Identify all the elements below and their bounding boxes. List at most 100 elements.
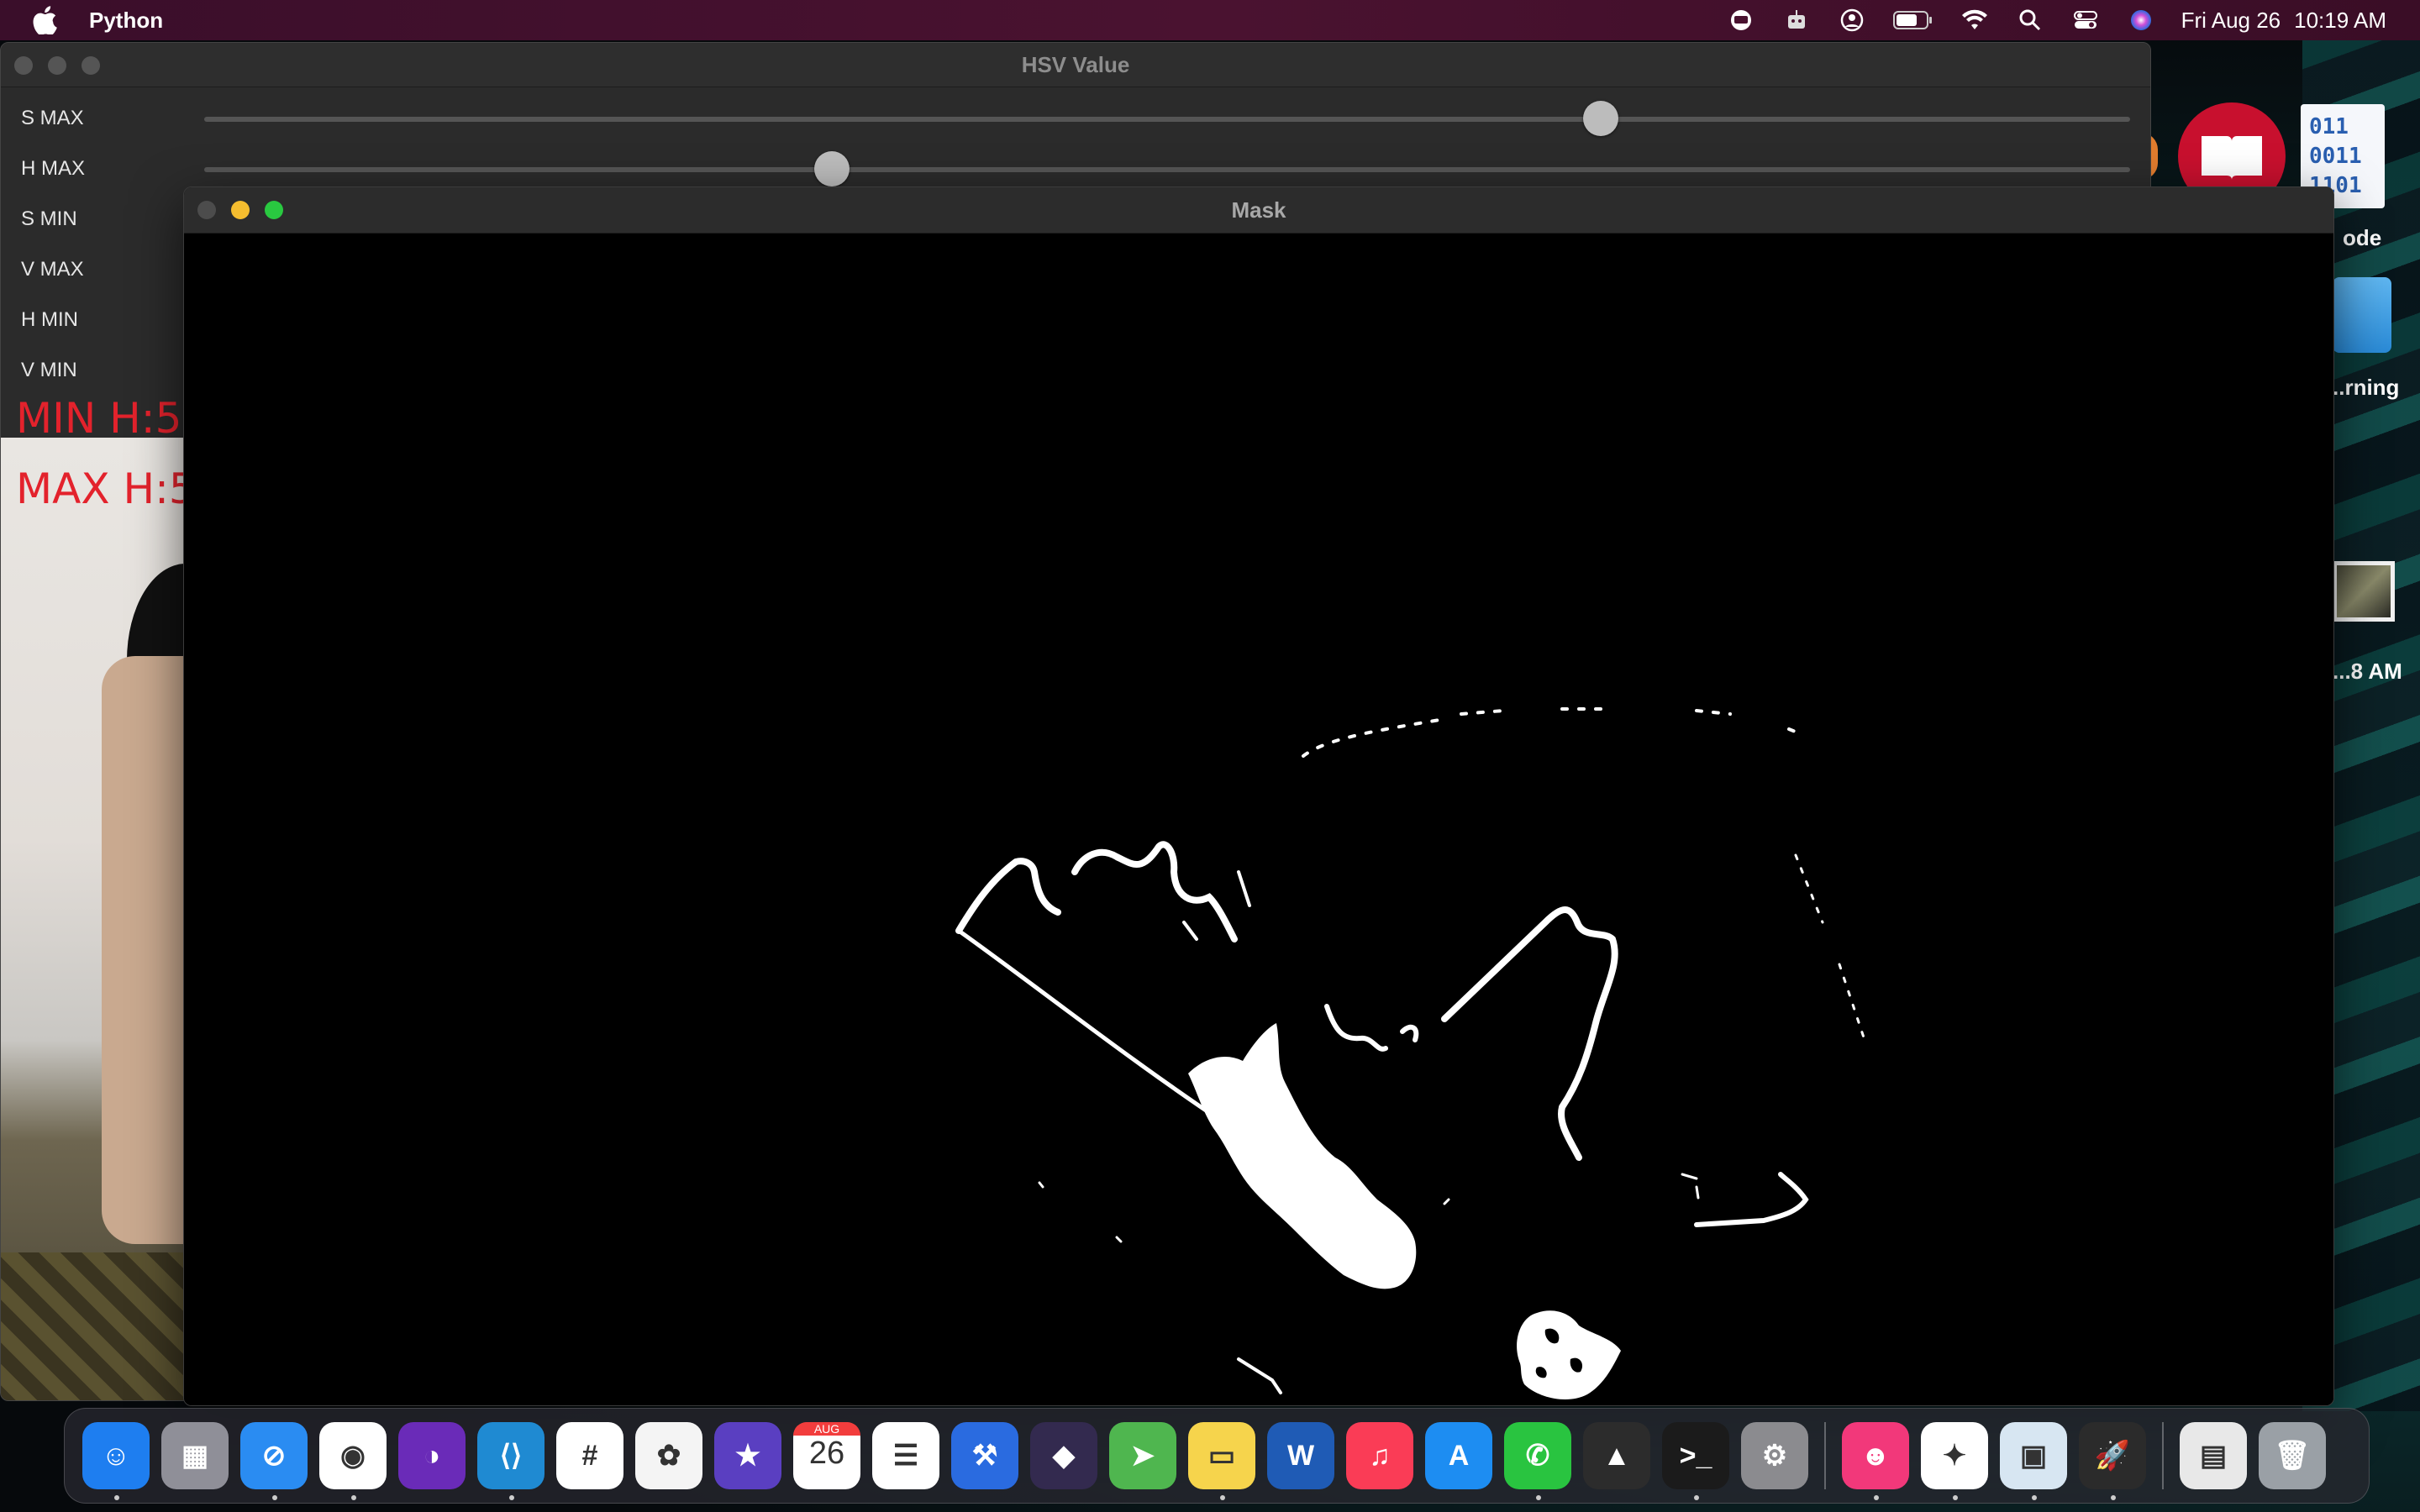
zoom-button[interactable] xyxy=(82,56,100,75)
menu-bar-clock[interactable]: Fri Aug 26 10:19 AM xyxy=(2181,8,2386,34)
running-indicator xyxy=(2032,1495,2037,1500)
slider-thumb[interactable] xyxy=(814,151,850,186)
overlay-max-text: MAX H:5 xyxy=(16,465,196,513)
camera-feed xyxy=(1,438,184,1400)
robot-icon[interactable] xyxy=(1781,8,1812,33)
siri-icon[interactable] xyxy=(2126,8,2156,33)
slider-track[interactable] xyxy=(204,101,2130,136)
dock-separator xyxy=(1824,1422,1826,1489)
dock-vscode-icon[interactable]: ⟨⟩ xyxy=(471,1416,550,1500)
notes-tile: ▭ xyxy=(1188,1422,1255,1489)
slider-label: V MAX xyxy=(21,258,84,281)
zoom-button[interactable] xyxy=(265,201,283,219)
camera-person-shirt xyxy=(1,1252,184,1400)
dock-finder-icon[interactable]: ☺ xyxy=(76,1416,155,1500)
screen-share-icon[interactable] xyxy=(1726,8,1756,33)
imovie-tile: ★ xyxy=(714,1422,781,1489)
control-center-icon[interactable] xyxy=(2070,8,2101,33)
dock-documents-stack-icon[interactable]: ▤ xyxy=(2174,1416,2253,1495)
dock-trash-icon[interactable]: 🗑 xyxy=(2253,1416,2332,1495)
dock-separator xyxy=(2162,1422,2164,1489)
running-indicator xyxy=(509,1495,514,1500)
running-indicator xyxy=(1536,1495,1541,1500)
dock-calendar-icon[interactable]: AUG 26 xyxy=(787,1416,866,1495)
slider-row-s-max: S MAX xyxy=(1,93,2150,144)
running-indicator xyxy=(1220,1495,1225,1500)
robot-app-tile: ☻ xyxy=(1842,1422,1909,1489)
messenger-tile: ✦ xyxy=(1921,1422,1988,1489)
menu-bar-time: 10:19 AM xyxy=(2294,7,2386,33)
running-indicator xyxy=(1953,1495,1958,1500)
hsv-window-titlebar[interactable]: HSV Value xyxy=(1,43,2150,87)
minimize-button[interactable] xyxy=(231,201,250,219)
calendar-month: AUG xyxy=(793,1422,860,1436)
dock-word-icon[interactable]: W xyxy=(1261,1416,1340,1495)
dock-reminders-icon[interactable]: ☰ xyxy=(866,1416,945,1495)
calendar-tile: AUG 26 xyxy=(793,1422,860,1489)
dock-preview-icon[interactable]: ▣ xyxy=(1994,1416,2073,1500)
dock-imovie-icon[interactable]: ★ xyxy=(708,1416,787,1495)
slider-thumb[interactable] xyxy=(1582,101,1618,136)
user-circle-icon[interactable] xyxy=(1837,8,1867,33)
running-indicator xyxy=(272,1495,277,1500)
dock-music-icon[interactable]: ♫ xyxy=(1340,1416,1419,1495)
minimize-button[interactable] xyxy=(48,56,66,75)
music-tile: ♫ xyxy=(1346,1422,1413,1489)
dock-chrome-icon[interactable]: ◉ xyxy=(313,1416,392,1500)
close-button[interactable] xyxy=(197,201,216,219)
battery-icon[interactable] xyxy=(1892,8,1934,33)
desktop-label-learning: ..rning xyxy=(2333,375,2400,400)
python-launcher-tile: 🚀 xyxy=(2079,1422,2146,1489)
system-preferences-tile: ⚙ xyxy=(1741,1422,1808,1489)
mask-window-titlebar[interactable]: Mask xyxy=(184,187,2333,234)
obsidian-tile: ◆ xyxy=(1030,1422,1097,1489)
dock-slack-icon[interactable]: # xyxy=(550,1416,629,1495)
dock-xcode-instruments-icon[interactable]: ⚒ xyxy=(945,1416,1024,1495)
wifi-icon[interactable] xyxy=(1960,8,1990,33)
desktop-label-screenshot: ...8 AM xyxy=(2333,659,2402,684)
dock-maps-icon[interactable]: ➤ xyxy=(1103,1416,1182,1495)
maps-tile: ➤ xyxy=(1109,1422,1176,1489)
slack-tile: # xyxy=(556,1422,623,1489)
apple-menu-icon[interactable] xyxy=(32,6,57,34)
preview-tile: ▣ xyxy=(2000,1422,2067,1489)
dock-messenger-icon[interactable]: ✦ xyxy=(1915,1416,1994,1500)
xcode-instruments-tile: ⚒ xyxy=(951,1422,1018,1489)
dock-obsidian-icon[interactable]: ◆ xyxy=(1024,1416,1103,1495)
screenshot-thumbnail-icon[interactable] xyxy=(2333,561,2395,622)
chrome-tile: ◉ xyxy=(319,1422,387,1489)
dock-tor-browser-icon[interactable]: ◑ xyxy=(392,1416,471,1495)
safari-tile: ⊘ xyxy=(240,1422,308,1489)
whatsapp-tile: ✆ xyxy=(1504,1422,1571,1489)
trash-tile: 🗑 xyxy=(2259,1422,2326,1489)
mask-image xyxy=(184,234,2333,1405)
slider-track[interactable] xyxy=(204,151,2130,186)
slider-label: S MAX xyxy=(21,107,84,129)
menu-bar-date: Fri Aug 26 xyxy=(2181,7,2281,33)
vlc-tile: ▲ xyxy=(1583,1422,1650,1489)
active-app-menu[interactable]: Python xyxy=(89,8,163,34)
dock-whatsapp-icon[interactable]: ✆ xyxy=(1498,1416,1577,1500)
running-indicator xyxy=(1694,1495,1699,1500)
close-button[interactable] xyxy=(14,56,33,75)
dock-system-preferences-icon[interactable]: ⚙ xyxy=(1735,1416,1814,1495)
dock-app-store-icon[interactable]: A xyxy=(1419,1416,1498,1495)
tor-browser-tile: ◑ xyxy=(398,1422,466,1489)
slider-label: V MIN xyxy=(21,359,77,381)
running-indicator xyxy=(2111,1495,2116,1500)
folder-icon[interactable] xyxy=(2333,277,2391,353)
dock-safari-icon[interactable]: ⊘ xyxy=(234,1416,313,1500)
mask-window: Mask xyxy=(183,186,2334,1406)
app-store-tile: A xyxy=(1425,1422,1492,1489)
hsv-window-controls xyxy=(14,56,100,75)
spotlight-search-icon[interactable] xyxy=(2015,8,2045,33)
dock-terminal-icon[interactable]: >_ xyxy=(1656,1416,1735,1500)
dock-launchpad-icon[interactable]: ▦ xyxy=(155,1416,234,1495)
dock-vlc-icon[interactable]: ▲ xyxy=(1577,1416,1656,1495)
dock-python-launcher-icon[interactable]: 🚀 xyxy=(2073,1416,2152,1500)
dock-robot-app-icon[interactable]: ☻ xyxy=(1836,1416,1915,1500)
binary-line-2: 0011 xyxy=(2309,144,2362,169)
binary-line-1: 011 xyxy=(2309,114,2349,139)
dock-photos-icon[interactable]: ✿ xyxy=(629,1416,708,1495)
dock-notes-icon[interactable]: ▭ xyxy=(1182,1416,1261,1500)
